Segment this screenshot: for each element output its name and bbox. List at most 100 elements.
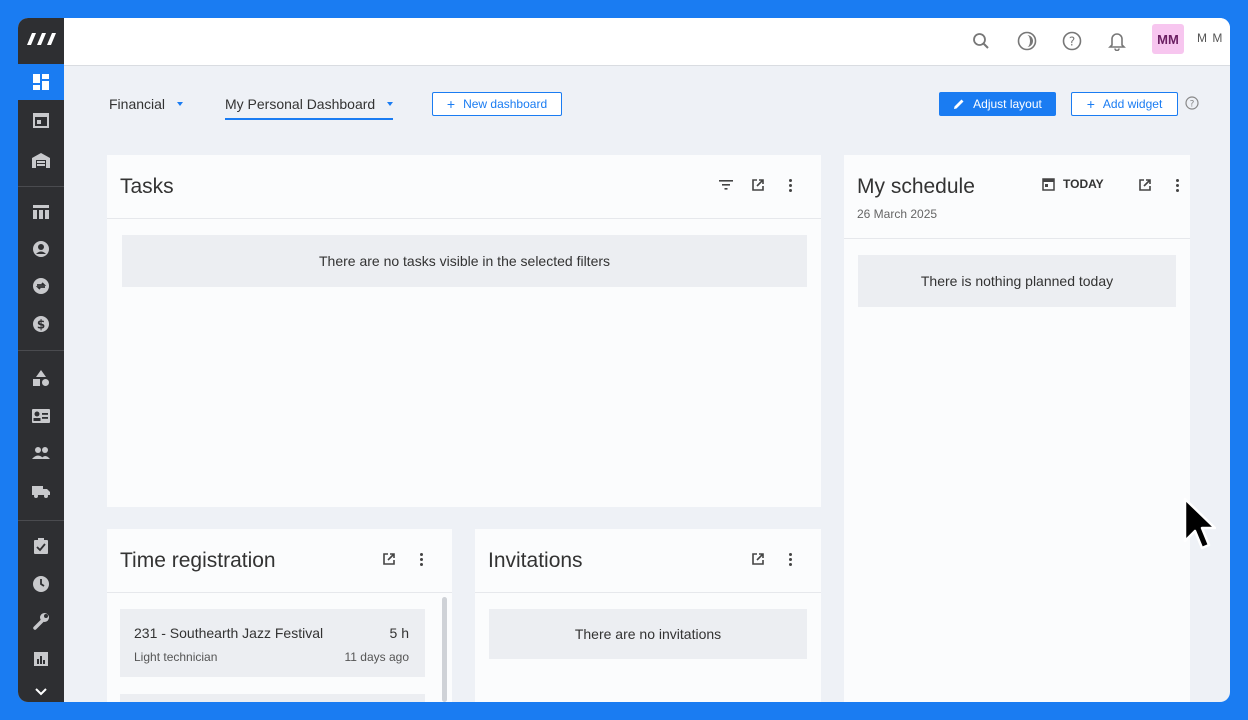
time-registration-widget: Time registration 231 - Southearth Jazz … [107,529,452,702]
more-options-button[interactable] [781,550,799,568]
sidebar-item-exchange[interactable] [18,268,64,304]
tasks-widget: Tasks There are no tasks visible in the … [107,155,821,507]
tab-financial-label: Financial [109,96,166,112]
more-options-button[interactable] [1168,176,1186,194]
hours: 5 h [389,625,409,641]
today-button[interactable]: TODAY [1042,177,1104,191]
add-widget-button[interactable]: + Add widget [1071,92,1178,116]
theme-button[interactable] [1014,28,1040,54]
list-item[interactable]: 231 - Southearth Jazz Festival 5 h Light… [120,609,425,677]
open-external-button[interactable] [1136,176,1154,194]
open-external-button[interactable] [749,550,767,568]
schedule-title: My schedule [857,175,975,198]
new-dashboard-button[interactable]: + New dashboard [432,92,562,116]
exchange-icon [33,278,49,294]
caret-down-icon [387,102,394,106]
table-icon [33,205,49,219]
sidebar-item-table[interactable] [18,194,64,230]
sidebar-item-warehouse[interactable] [18,142,64,178]
app-logo[interactable] [18,18,64,60]
bell-icon [1108,33,1126,51]
invitations-title: Invitations [488,549,583,572]
username[interactable]: M M [1197,31,1223,45]
filter-button[interactable] [717,176,735,194]
mouse-cursor-icon [1183,497,1216,550]
sidebar-expand-button[interactable] [18,682,64,702]
search-button[interactable] [968,28,994,54]
svg-text:$: $ [37,318,45,332]
sidebar-item-dashboard[interactable] [18,64,64,100]
sidebar-item-crew[interactable] [18,398,64,434]
tab-personal-label: My Personal Dashboard [225,96,376,112]
calendar-icon [1042,178,1055,191]
logo-icon [27,33,56,45]
sidebar-item-transport[interactable] [18,473,64,509]
plus-icon: + [1086,96,1095,112]
role: Light technician [134,650,218,664]
sidebar-item-contacts[interactable] [18,231,64,267]
pencil-icon [954,99,964,109]
id-card-icon [32,409,50,423]
theme-icon [1017,31,1037,51]
add-widget-help-button[interactable]: ? [1185,96,1199,115]
relative-date: 11 days ago [344,650,410,664]
invitations-widget: Invitations There are no invitations [475,529,821,702]
calendar-icon [33,113,49,128]
more-options-button[interactable] [412,550,430,568]
open-external-icon [752,179,764,191]
clipboard-icon [34,538,48,554]
plus-icon: + [446,96,456,112]
app-window: $ ? MM M M Financial My Personal Dashboa… [18,18,1230,702]
sidebar-item-equipment[interactable] [18,360,64,396]
filter-icon [719,180,733,190]
top-bar: ? MM M M [64,18,1230,66]
caret-down-icon [177,102,184,106]
shapes-icon [33,370,49,386]
notifications-button[interactable] [1104,28,1130,54]
help-icon: ? [1062,31,1082,51]
open-external-button[interactable] [749,176,767,194]
svg-text:?: ? [1190,100,1195,110]
money-icon: $ [33,316,49,332]
tab-personal-dashboard[interactable]: My Personal Dashboard [225,96,394,120]
sidebar-item-reports[interactable] [18,641,64,677]
more-vertical-icon [788,178,792,192]
sidebar-item-calendar[interactable] [18,102,64,138]
contact-icon [33,241,49,257]
people-icon [32,447,50,459]
dashboard-icon [33,74,49,90]
open-external-icon [383,553,395,565]
tasks-title: Tasks [120,175,174,198]
open-external-button[interactable] [380,550,398,568]
sidebar-item-finance[interactable]: $ [18,306,64,342]
more-options-button[interactable] [781,176,799,194]
svg-text:?: ? [1069,35,1075,49]
sidebar: $ [18,18,64,702]
more-vertical-icon [419,552,423,566]
invitations-empty-message: There are no invitations [489,609,807,659]
adjust-layout-button[interactable]: Adjust layout [939,92,1056,116]
list-item[interactable] [120,694,425,702]
tab-financial[interactable]: Financial [109,96,184,112]
adjust-layout-label: Adjust layout [973,97,1042,111]
today-label: TODAY [1063,177,1104,191]
scrollbar[interactable] [442,597,447,702]
open-external-icon [752,553,764,565]
sidebar-item-tasks[interactable] [18,528,64,564]
new-dashboard-label: New dashboard [463,97,548,111]
chevron-down-icon [35,688,47,696]
sidebar-item-people[interactable] [18,435,64,471]
more-vertical-icon [1175,178,1179,192]
sidebar-item-time[interactable] [18,566,64,602]
avatar[interactable]: MM [1152,24,1184,54]
wrench-icon [33,613,49,630]
warehouse-icon [32,153,50,168]
clock-icon [33,576,49,592]
help-button[interactable]: ? [1059,28,1085,54]
schedule-widget: My schedule 26 March 2025 TODAY There is… [844,155,1190,702]
project-name: 231 - Southearth Jazz Festival [134,625,324,641]
chart-icon [34,652,48,666]
sidebar-item-settings[interactable] [18,603,64,639]
truck-icon [32,486,50,498]
open-external-icon [1139,179,1151,191]
